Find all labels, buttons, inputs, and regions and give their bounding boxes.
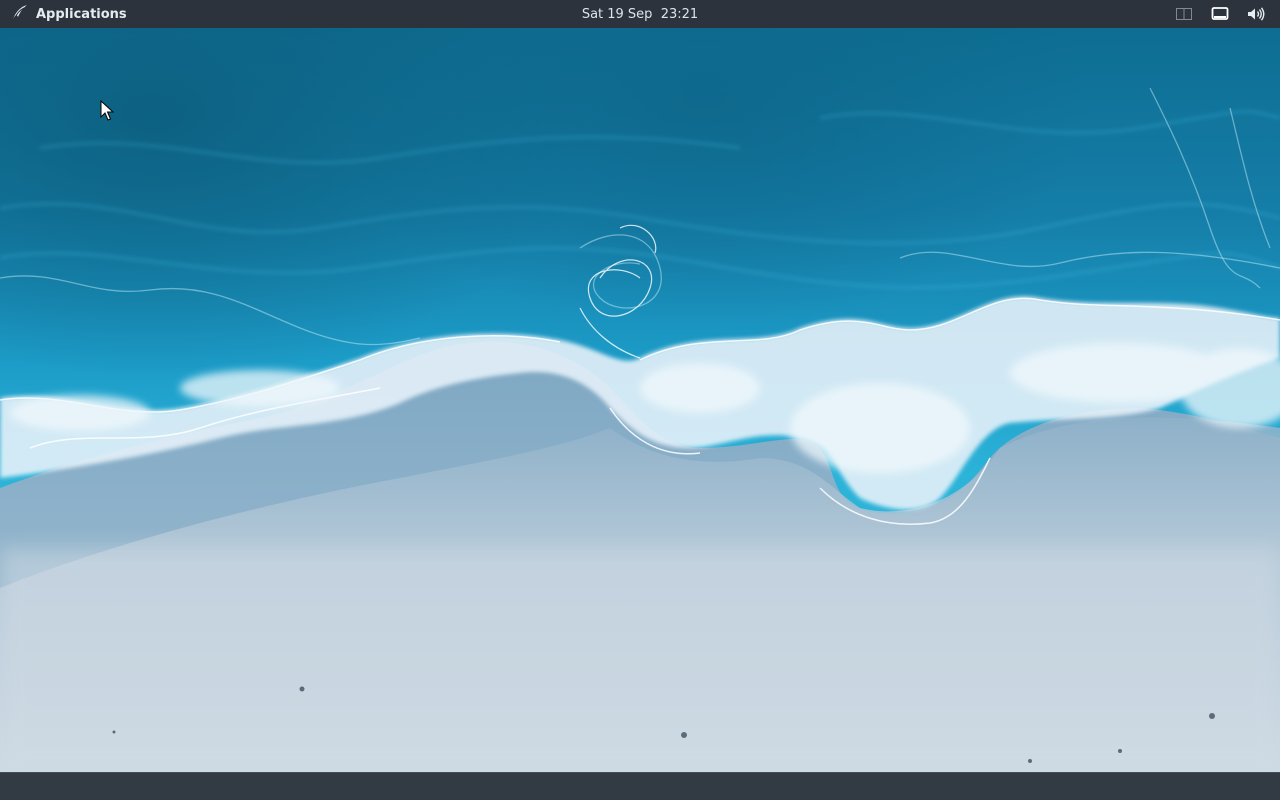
mouse-pointer-icon (100, 99, 115, 122)
workspace-icon[interactable] (1168, 0, 1200, 28)
system-tray (1168, 0, 1272, 28)
desktop[interactable]: Applications Sat 19 Sep 23:21 (0, 0, 1280, 800)
desktop-wallpaper (0, 28, 1280, 772)
applications-label: Applications (36, 6, 127, 22)
clock[interactable]: Sat 19 Sep 23:21 (578, 7, 702, 22)
applications-menu-button[interactable]: Applications (6, 0, 131, 28)
volume-icon[interactable] (1240, 0, 1272, 28)
bottom-panel (0, 772, 1280, 800)
display-icon[interactable] (1204, 0, 1236, 28)
clock-area: Sat 19 Sep 23:21 (0, 0, 1280, 28)
xfce-logo-icon (10, 2, 30, 26)
top-panel: Applications Sat 19 Sep 23:21 (0, 0, 1280, 28)
